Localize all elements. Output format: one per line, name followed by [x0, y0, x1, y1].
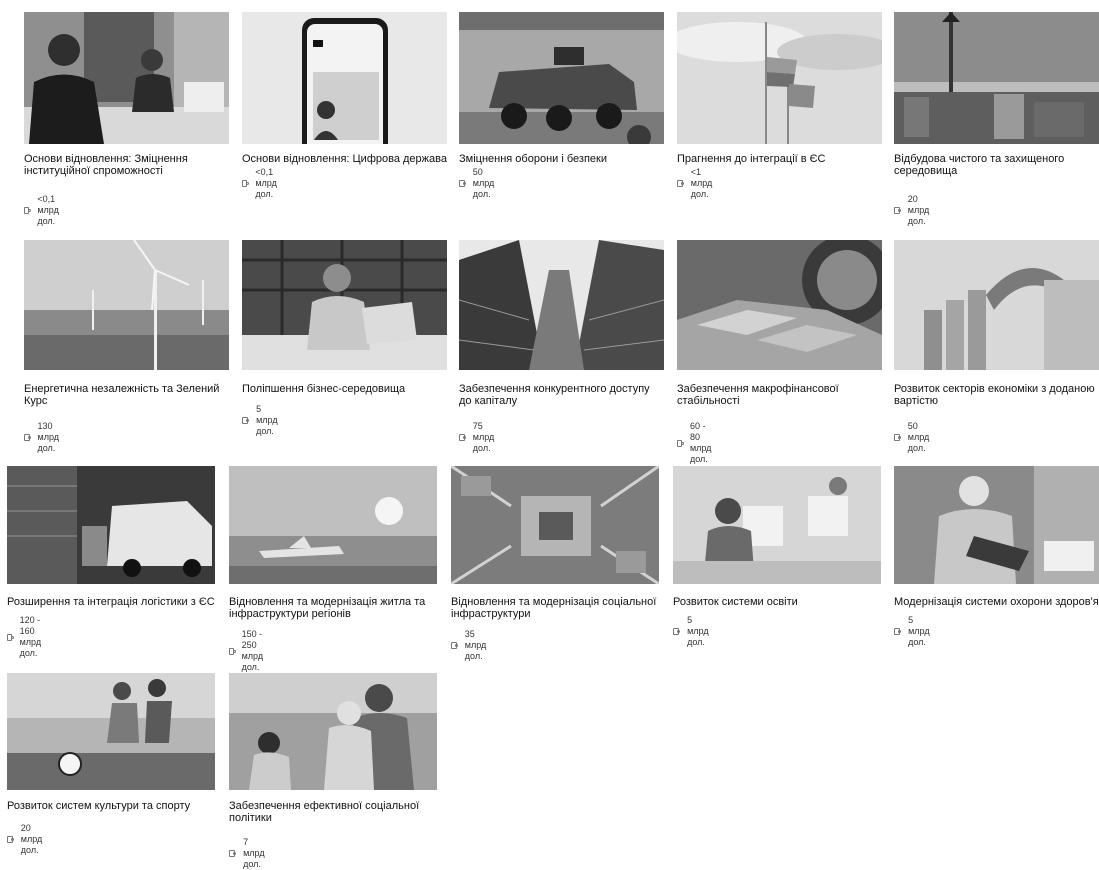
money-icon: [229, 647, 235, 655]
money-icon: [894, 434, 901, 441]
card-title[interactable]: Енергетична незалежність та Зелений Курс: [24, 383, 229, 407]
money-icon: [7, 836, 14, 843]
money-icon: [894, 207, 901, 214]
kyiv-cityscape-photo[interactable]: [894, 12, 1099, 144]
card-title[interactable]: Поліпшення бізнес-середовища: [242, 383, 447, 395]
card-amount: 120 - 160 млрд дол.: [7, 615, 47, 659]
armored-vehicle-photo[interactable]: [459, 12, 664, 144]
card-title[interactable]: Відновлення та модернізація соціальної і…: [451, 596, 659, 620]
warehouse-van-photo[interactable]: [7, 466, 215, 584]
card-amount: 7 млрд дол.: [229, 837, 268, 870]
vault-gold-bars-photo[interactable]: [677, 240, 882, 370]
kids-football-photo[interactable]: [7, 673, 215, 790]
card-amount: <0,1 млрд дол.: [24, 194, 63, 227]
card-amount: 20 млрд дол.: [7, 823, 47, 856]
money-icon: [242, 180, 249, 187]
page: { "cards": [ {"title":"Основи відновленн…: [0, 0, 1099, 869]
money-icon: [673, 628, 680, 635]
money-icon: [451, 642, 458, 649]
card-title[interactable]: Відбудова чистого та захищеного середови…: [894, 153, 1099, 177]
money-icon: [229, 850, 236, 857]
airport-runway-photo[interactable]: [229, 466, 437, 584]
businessman-laptop-photo[interactable]: [242, 240, 447, 370]
children-classroom-photo[interactable]: [673, 466, 881, 584]
money-icon: [242, 417, 249, 424]
card-title[interactable]: Основи відновлення: Зміцнення інституцій…: [24, 153, 229, 177]
card-title[interactable]: Розвиток систем культури та спорту: [7, 800, 215, 812]
card-title[interactable]: Зміцнення оборони і безпеки: [459, 153, 664, 165]
doctor-photo[interactable]: [894, 466, 1099, 584]
money-icon: [677, 180, 684, 187]
skyscrapers-photo[interactable]: [459, 240, 664, 370]
card-amount: 35 млрд дол.: [451, 629, 491, 662]
card-title[interactable]: Модернізація системи охорони здоров'я: [894, 596, 1099, 608]
money-icon: [24, 434, 30, 441]
card-amount: 150 - 250 млрд дол.: [229, 629, 269, 673]
money-icon: [677, 439, 684, 447]
card-title[interactable]: Прагнення до інтеграції в ЄС: [677, 153, 882, 165]
wind-turbines-photo[interactable]: [24, 240, 229, 370]
card-amount: 50 млрд дол.: [894, 421, 934, 454]
flags-photo[interactable]: [677, 12, 882, 144]
city-aerial-photo[interactable]: [451, 466, 659, 584]
card-amount: 5 млрд дол.: [894, 615, 933, 648]
card-title[interactable]: Забезпечення ефективної соціальної політ…: [229, 800, 437, 824]
money-icon: [7, 633, 13, 641]
card-amount: 20 млрд дол.: [894, 194, 934, 227]
video-meeting-photo[interactable]: [24, 12, 229, 144]
card-title[interactable]: Розширення та інтеграція логістики з ЄС: [7, 596, 217, 608]
card-amount: 130 млрд дол.: [24, 421, 63, 454]
card-amount: 5 млрд дол.: [242, 404, 281, 437]
card-amount: 50 млрд дол.: [459, 167, 499, 200]
card-amount: <0,1 млрд дол.: [242, 167, 281, 200]
card-title[interactable]: Розвиток секторів економіки з доданою ва…: [894, 383, 1099, 407]
smartphone-passport-photo[interactable]: [242, 12, 447, 144]
card-title[interactable]: Забезпечення конкурентного доступу до ка…: [459, 383, 664, 407]
card-amount: 75 млрд дол.: [459, 421, 499, 454]
card-amount: 60 - 80 млрд дол.: [677, 421, 716, 465]
family-photo[interactable]: [229, 673, 437, 790]
money-icon: [459, 434, 466, 441]
card-title[interactable]: Забезпечення макрофінансової стабільност…: [677, 383, 882, 407]
card-title[interactable]: Відновлення та модернізація житла та інф…: [229, 596, 437, 620]
money-icon: [894, 628, 901, 635]
industrial-pipes-photo[interactable]: [894, 240, 1099, 370]
money-icon: [459, 180, 466, 187]
card-title[interactable]: Розвиток системи освіти: [673, 596, 881, 608]
card-title[interactable]: Основи відновлення: Цифрова держава: [242, 153, 447, 165]
money-icon: [24, 207, 31, 214]
card-amount: 5 млрд дол.: [673, 615, 712, 648]
card-amount: <1 млрд дол.: [677, 167, 717, 200]
